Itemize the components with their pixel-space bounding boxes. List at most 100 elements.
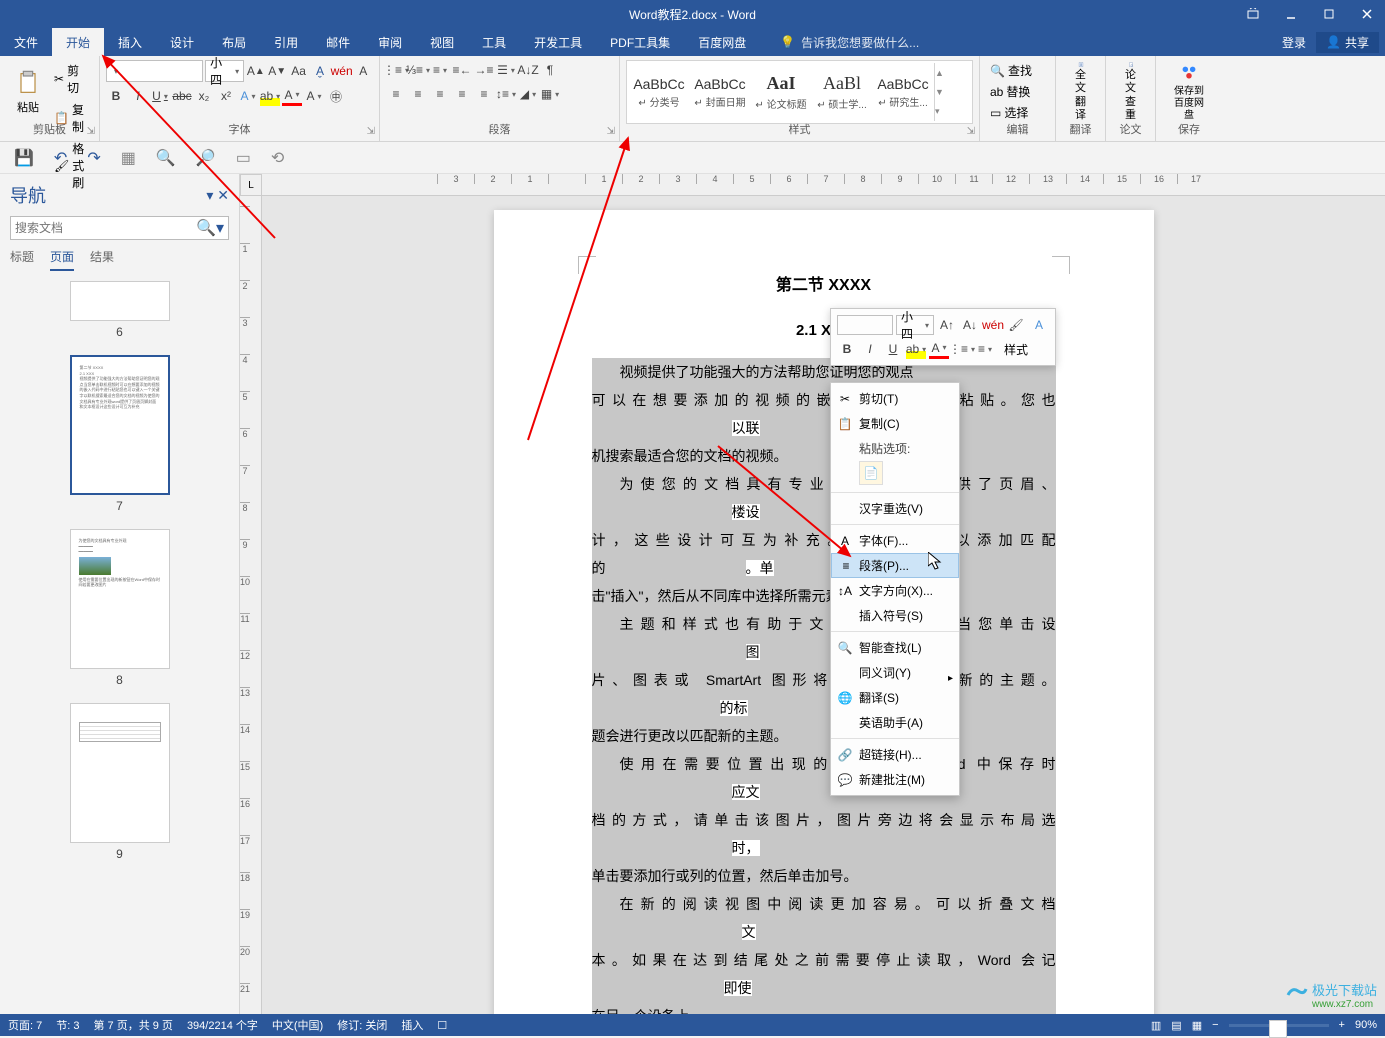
decrease-indent-button[interactable]: ≡← — [452, 60, 472, 80]
mini-bold[interactable]: B — [837, 339, 857, 359]
tab-baidu[interactable]: 百度网盘 — [684, 28, 760, 56]
mini-styles[interactable]: 样式 — [998, 341, 1034, 358]
page-thumb-9[interactable] — [70, 703, 170, 843]
tab-developer[interactable]: 开发工具 — [520, 28, 596, 56]
bold-button[interactable]: B — [106, 86, 126, 106]
status-section[interactable]: 节: 3 — [56, 1017, 79, 1033]
zoom-level[interactable]: 90% — [1355, 1019, 1377, 1031]
shading-button[interactable]: ◢ — [518, 84, 538, 104]
mini-text-effects-icon[interactable]: A — [1029, 315, 1049, 335]
multilevel-button[interactable]: ≡ — [430, 60, 450, 80]
font-color-button[interactable]: A — [282, 86, 302, 106]
justify-button[interactable]: ≡ — [452, 84, 472, 104]
page-thumb-7[interactable]: 第二节 XXXX2.1 XXX视频提供了功能强大的方法帮助您证明您的观点当您单击… — [70, 355, 170, 495]
tab-insert[interactable]: 插入 — [104, 28, 156, 56]
zoom-slider[interactable] — [1229, 1024, 1329, 1027]
tab-home[interactable]: 开始 — [52, 28, 104, 56]
font-launcher-icon[interactable]: ⇲ — [367, 126, 375, 137]
mini-italic[interactable]: I — [860, 339, 880, 359]
strikethrough-button[interactable]: abc — [172, 86, 192, 106]
ctx-font[interactable]: A字体(F)... — [831, 528, 959, 553]
ctx-cut[interactable]: ✂剪切(T) — [831, 386, 959, 411]
status-track[interactable]: 修订: 关闭 — [337, 1017, 387, 1033]
status-words[interactable]: 394/2214 个字 — [187, 1017, 258, 1033]
tab-design[interactable]: 设计 — [156, 28, 208, 56]
text-effects-button[interactable]: A — [238, 86, 258, 106]
close-icon[interactable] — [1349, 0, 1385, 28]
increase-font-icon[interactable]: A▲ — [246, 61, 265, 81]
nav-tab-results[interactable]: 结果 — [90, 248, 114, 271]
char-shading-button[interactable]: A — [304, 86, 324, 106]
mini-format-painter-icon[interactable]: 🖌 — [1006, 315, 1026, 335]
qat-icon-5[interactable]: ⟲ — [271, 148, 284, 168]
phonetic-guide-icon[interactable]: A̬ — [310, 61, 329, 81]
tab-file[interactable]: 文件 — [0, 28, 52, 56]
ruler-corner[interactable]: L — [240, 174, 262, 196]
paste-button[interactable]: 粘贴 — [6, 60, 50, 124]
paragraph-launcher-icon[interactable]: ⇲ — [607, 126, 615, 137]
nav-search[interactable]: 🔍▾ — [10, 216, 229, 240]
align-right-button[interactable]: ≡ — [430, 84, 450, 104]
view-web-icon[interactable]: ▦ — [1192, 1019, 1202, 1032]
save-icon[interactable]: 💾 — [14, 148, 34, 168]
status-insert[interactable]: 插入 — [401, 1017, 423, 1033]
mini-decrease-font-icon[interactable]: A↓ — [960, 315, 980, 335]
char-border-icon[interactable]: A — [354, 61, 373, 81]
zoom-in-icon[interactable]: + — [1339, 1019, 1345, 1031]
style-item-2[interactable]: AaBbCc↵ 封面日期 — [690, 63, 750, 121]
ctx-text-direction[interactable]: ↕A文字方向(X)... — [831, 578, 959, 603]
font-name-combo[interactable] — [106, 60, 203, 82]
nav-close-icon[interactable]: ▾ ✕ — [206, 187, 229, 204]
mini-increase-font-icon[interactable]: A↑ — [937, 315, 957, 335]
style-item-1[interactable]: AaBbCc↵ 分类号 — [629, 63, 689, 121]
mini-bullets[interactable]: ⋮≡ — [952, 339, 972, 359]
change-case-icon[interactable]: Aa — [289, 61, 308, 81]
style-item-4[interactable]: AaBl↵ 硕士学... — [812, 63, 872, 121]
ctx-english-assist[interactable]: 英语助手(A) — [831, 710, 959, 735]
borders-button[interactable]: ▦ — [540, 84, 560, 104]
cut-button[interactable]: ✂剪切 — [50, 60, 93, 98]
view-read-icon[interactable]: ▥ — [1151, 1019, 1161, 1032]
tab-view[interactable]: 视图 — [416, 28, 468, 56]
mini-numbering[interactable]: ≡ — [975, 339, 995, 359]
nav-tab-pages[interactable]: 页面 — [50, 248, 74, 271]
ctx-synonyms[interactable]: 同义词(Y) — [831, 660, 959, 685]
numbering-button[interactable]: ⅓≡ — [408, 60, 428, 80]
sort-button[interactable]: A↓Z — [518, 60, 538, 80]
tab-review[interactable]: 审阅 — [364, 28, 416, 56]
superscript-button[interactable]: x² — [216, 86, 236, 106]
subscript-button[interactable]: x₂ — [194, 86, 214, 106]
qat-icon-2[interactable]: 🔍 — [156, 148, 176, 168]
paper-check-button[interactable]: 论文 查重 — [1112, 60, 1149, 124]
ctx-copy[interactable]: 📋复制(C) — [831, 411, 959, 436]
tell-me-input[interactable]: 💡 告诉我您想要做什么... — [780, 34, 919, 51]
align-left-button[interactable]: ≡ — [386, 84, 406, 104]
underline-button[interactable]: U — [150, 86, 170, 106]
mini-font-combo[interactable] — [837, 315, 893, 335]
qat-icon-4[interactable]: ▭ — [236, 148, 251, 168]
decrease-font-icon[interactable]: A▼ — [268, 61, 287, 81]
fulltext-translate-button[interactable]: 译 全文 翻译 — [1062, 60, 1099, 124]
style-gallery-more[interactable]: ▲▼▾ — [934, 63, 948, 121]
style-gallery[interactable]: AaBbCc↵ 分类号 AaBbCc↵ 封面日期 AaI↵ 论文标题 AaBl↵… — [626, 60, 973, 124]
nav-tab-headings[interactable]: 标题 — [10, 248, 34, 271]
font-size-combo[interactable]: 小四 — [205, 60, 244, 82]
status-korean-icon[interactable]: ☐ — [437, 1019, 447, 1032]
show-marks-button[interactable]: ¶ — [540, 60, 560, 80]
tab-pdf[interactable]: PDF工具集 — [596, 28, 684, 56]
ctx-translate[interactable]: 🌐翻译(S) — [831, 685, 959, 710]
asian-layout-button[interactable]: ☰ — [496, 60, 516, 80]
minimize-icon[interactable] — [1273, 0, 1309, 28]
ctx-new-comment[interactable]: 💬新建批注(M) — [831, 767, 959, 792]
style-item-3[interactable]: AaI↵ 论文标题 — [751, 63, 811, 121]
page-thumb-8[interactable]: 为使您的文档具有专业外观━━━━━━━━━━━━使用在需要位置出现的新按钮在Wo… — [70, 529, 170, 669]
italic-button[interactable]: I — [128, 86, 148, 106]
find-button[interactable]: 🔍查找 — [986, 60, 1049, 81]
page-thumb-6[interactable] — [70, 281, 170, 321]
ruler-vertical[interactable]: 123456789101112131415161718192021 — [240, 196, 262, 1014]
align-center-button[interactable]: ≡ — [408, 84, 428, 104]
save-baidu-button[interactable]: 保存到 百度网盘 — [1162, 60, 1216, 124]
tab-layout[interactable]: 布局 — [208, 28, 260, 56]
ctx-smart-lookup[interactable]: 🔍智能查找(L) — [831, 635, 959, 660]
mini-wen-icon[interactable]: wén — [983, 315, 1003, 335]
